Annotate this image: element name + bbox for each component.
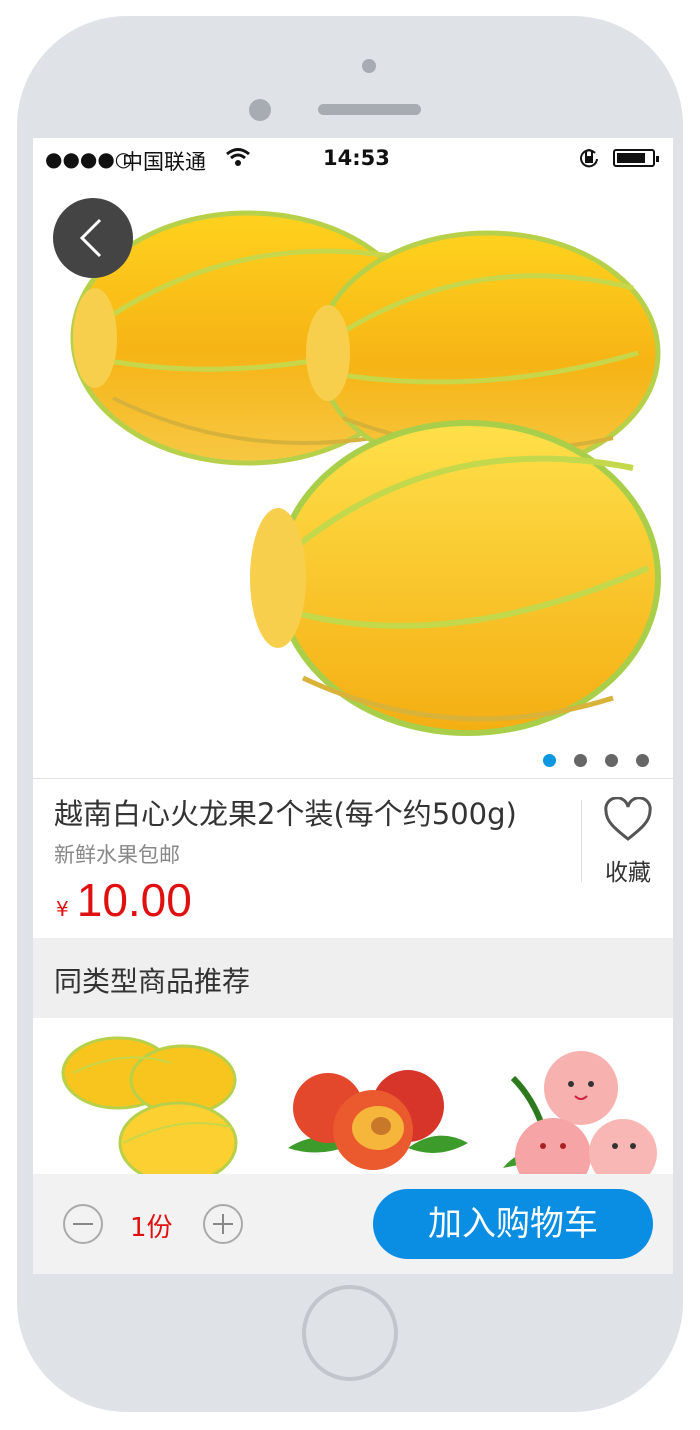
- favorite-button[interactable]: 收藏: [595, 796, 661, 897]
- product-title: 越南白心火龙果2个装(每个约500g): [54, 797, 517, 831]
- carousel-dot[interactable]: [605, 754, 618, 767]
- app-screen: ●●●●○ 中国联通 14:53 越南白心火龙果2个装(每个约500g) 新鲜水…: [33, 138, 673, 1274]
- decrease-quantity-button[interactable]: [63, 1204, 103, 1244]
- proximity-sensor: [362, 59, 376, 73]
- add-to-cart-button[interactable]: 加入购物车: [373, 1189, 653, 1259]
- quantity-value: 1份: [130, 1213, 173, 1243]
- carousel-dot[interactable]: [574, 754, 587, 767]
- recommend-header: 同类型商品推荐: [33, 938, 673, 1018]
- carousel-indicator: [543, 752, 667, 771]
- earpiece-speaker: [318, 104, 421, 115]
- recommend-item-starfruit[interactable]: [53, 1018, 253, 1174]
- rotation-lock-icon: [577, 147, 601, 174]
- recommend-list: [33, 1018, 673, 1174]
- currency-symbol: ¥: [56, 897, 69, 921]
- wifi-icon: [225, 147, 251, 172]
- chevron-left-icon: [79, 218, 102, 258]
- minus-icon: [73, 1223, 93, 1225]
- signal-strength: ●●●●○: [45, 147, 133, 171]
- favorite-label: 收藏: [605, 860, 651, 886]
- starfruit-thumbnail: [61, 1036, 238, 1174]
- home-button[interactable]: [302, 1285, 398, 1381]
- back-button[interactable]: [53, 198, 133, 278]
- price-value: 10.00: [76, 874, 192, 926]
- divider: [581, 800, 582, 882]
- battery-icon: [613, 149, 659, 167]
- nectarine-thumbnail: [288, 1070, 468, 1170]
- carousel-dot[interactable]: [636, 754, 649, 767]
- clock: 14:53: [323, 146, 390, 170]
- recommend-item-peach[interactable]: [483, 1018, 673, 1174]
- front-camera: [249, 99, 271, 121]
- product-image-carousel[interactable]: ●●●●○ 中国联通 14:53: [33, 138, 673, 778]
- bottom-action-bar: 1份 加入购物车: [33, 1174, 673, 1274]
- heart-icon: [604, 796, 652, 841]
- carousel-dot-active[interactable]: [543, 754, 556, 767]
- product-subtitle: 新鲜水果包邮: [54, 843, 180, 867]
- recommend-title: 同类型商品推荐: [54, 965, 251, 998]
- status-bar: ●●●●○ 中国联通 14:53: [33, 138, 673, 180]
- carrier-name: 中国联通: [122, 150, 206, 174]
- increase-quantity-button[interactable]: [203, 1204, 243, 1244]
- peach-thumbnail: [503, 1051, 657, 1174]
- product-price: ¥10.00: [56, 873, 192, 927]
- product-info: 越南白心火龙果2个装(每个约500g) 新鲜水果包邮 ¥10.00 收藏: [33, 778, 673, 939]
- recommend-item-nectarine[interactable]: [278, 1018, 478, 1174]
